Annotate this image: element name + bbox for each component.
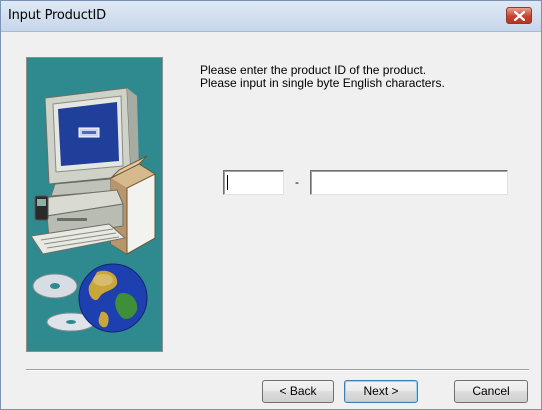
instruction-line-2: Please input in single byte English char… (200, 76, 445, 90)
next-button[interactable]: Next > (344, 380, 418, 403)
computer-globe-illustration (30, 87, 156, 333)
product-id-part2-input[interactable] (310, 170, 508, 195)
title-bar[interactable]: Input ProductID (1, 1, 541, 32)
setup-illustration (26, 57, 163, 352)
product-id-part1-input[interactable] (223, 170, 284, 195)
close-button[interactable] (506, 7, 532, 24)
product-id-separator: - (295, 175, 299, 189)
dialog-body: Please enter the product ID of the produ… (1, 32, 541, 409)
input-productid-dialog: Input ProductID Please enter the product… (0, 0, 542, 410)
text-caret (227, 175, 228, 190)
back-button[interactable]: < Back (262, 380, 334, 403)
button-divider (26, 369, 529, 371)
window-title: Input ProductID (8, 8, 106, 23)
cancel-button[interactable]: Cancel (454, 380, 528, 403)
instruction-text: Please enter the product ID of the produ… (200, 64, 445, 90)
close-icon (514, 11, 525, 21)
